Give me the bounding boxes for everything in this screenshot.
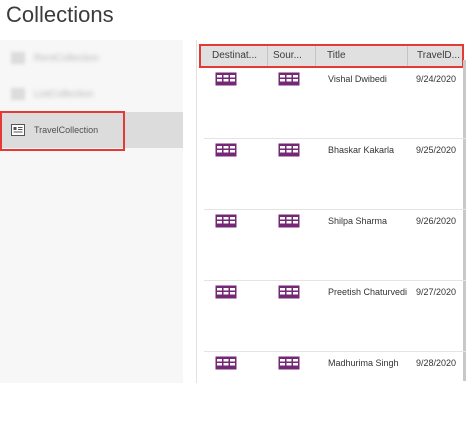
collections-sidebar: RentCollection ListCollection TravelColl… bbox=[0, 40, 183, 383]
travel-date-cell: 9/28/2020 bbox=[416, 358, 457, 368]
table-icon bbox=[215, 356, 237, 370]
title-cell: Vishal Dwibedi bbox=[328, 74, 387, 84]
table-row[interactable]: Vishal Dwibedi 9/24/2020 bbox=[204, 68, 466, 139]
table-row[interactable]: Shilpa Sharma 9/26/2020 bbox=[204, 210, 466, 281]
page-title: Collections bbox=[6, 2, 114, 27]
sidebar-item-label: ListCollection bbox=[34, 88, 94, 100]
table-icon bbox=[278, 72, 300, 86]
title-cell: Preetish Chaturvedi bbox=[328, 287, 408, 297]
table-icon bbox=[215, 72, 237, 86]
travel-date-cell: 9/25/2020 bbox=[416, 145, 457, 155]
table-icon bbox=[278, 285, 300, 299]
collection-icon bbox=[11, 52, 25, 64]
panel-divider bbox=[196, 40, 197, 383]
travel-date-cell: 9/27/2020 bbox=[416, 287, 457, 297]
table-icon bbox=[215, 214, 237, 228]
table-icon bbox=[278, 356, 300, 370]
travel-date-cell: 9/26/2020 bbox=[416, 216, 457, 226]
table-icon bbox=[278, 143, 300, 157]
travel-date-cell: 9/24/2020 bbox=[416, 74, 457, 84]
sidebar-item-rentcollection[interactable]: RentCollection bbox=[0, 40, 183, 76]
highlight-box-selected-collection bbox=[0, 111, 125, 151]
collection-icon bbox=[11, 88, 25, 100]
table-icon bbox=[278, 214, 300, 228]
sidebar-item-label: RentCollection bbox=[34, 52, 100, 64]
table-row[interactable]: Madhurima Singh 9/28/2020 bbox=[204, 352, 466, 422]
title-cell: Bhaskar Kakarla bbox=[328, 145, 395, 155]
table-icon bbox=[215, 143, 237, 157]
table-row[interactable]: Bhaskar Kakarla 9/25/2020 bbox=[204, 139, 466, 210]
highlight-box-grid-header bbox=[199, 44, 464, 68]
table-icon bbox=[215, 285, 237, 299]
title-cell: Shilpa Sharma bbox=[328, 216, 388, 226]
sidebar-item-listcollection[interactable]: ListCollection bbox=[0, 76, 183, 112]
table-row[interactable]: Preetish Chaturvedi 9/27/2020 bbox=[204, 281, 466, 352]
title-cell: Madhurima Singh bbox=[328, 358, 399, 368]
